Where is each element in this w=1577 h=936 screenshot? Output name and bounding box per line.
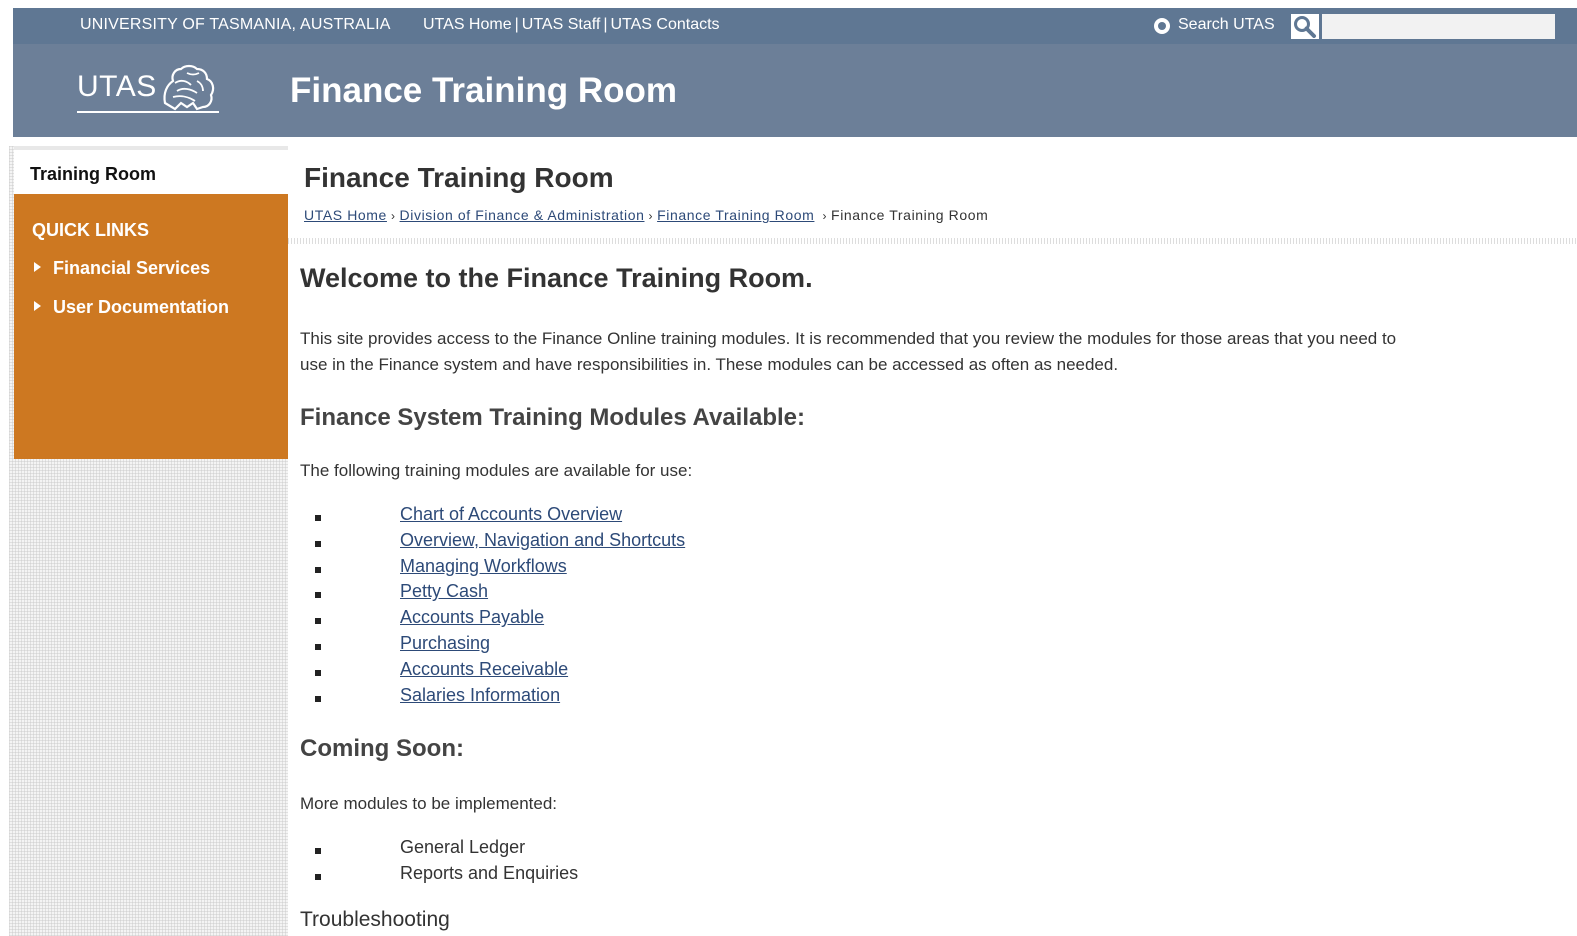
quick-link-user-documentation[interactable]: User Documentation xyxy=(34,297,229,318)
module-link[interactable]: Petty Cash xyxy=(400,581,488,602)
utas-staff-link[interactable]: UTAS Staff xyxy=(522,16,601,33)
intro-line: This site provides access to the Finance… xyxy=(300,329,1397,348)
breadcrumb-finance-training-room[interactable]: Finance Training Room xyxy=(657,207,814,223)
breadcrumb-separator: › xyxy=(648,209,654,223)
breadcrumb-current: Finance Training Room xyxy=(831,207,989,223)
module-link[interactable]: Accounts Receivable xyxy=(400,659,568,680)
breadcrumb-separator: › xyxy=(822,209,828,223)
utas-contacts-link[interactable]: UTAS Contacts xyxy=(610,16,719,33)
breadcrumb: UTAS Home › Division of Finance & Administ… xyxy=(304,207,988,223)
quick-links-title: QUICK LINKS xyxy=(32,220,149,240)
quick-link-label: User Documentation xyxy=(53,297,230,317)
search-utas-radio[interactable] xyxy=(1154,18,1170,34)
university-name: UNIVERSITY OF TASMANIA, AUSTRALIA xyxy=(80,16,391,33)
intro-line: use in the Finance system and have respo… xyxy=(300,355,1119,374)
troubleshooting-heading: Troubleshooting xyxy=(300,908,450,931)
breadcrumb-utas-home[interactable]: UTAS Home xyxy=(304,207,387,223)
page-title: Finance Training Room xyxy=(304,162,614,193)
search-label: Search UTAS xyxy=(1178,16,1275,33)
bullet xyxy=(315,695,321,702)
modules-intro: The following training modules are avail… xyxy=(300,461,693,480)
sidebar-section-header[interactable]: Training Room xyxy=(14,146,288,194)
sidebar-section-title: Training Room xyxy=(30,164,156,184)
link-separator: | xyxy=(514,16,519,33)
module-link[interactable]: Purchasing xyxy=(400,633,490,654)
module-link[interactable]: Salaries Information xyxy=(400,685,560,706)
module-link[interactable]: Overview, Navigation and Shortcuts xyxy=(400,530,685,551)
banner-divider xyxy=(13,137,1577,140)
triangle-right-icon xyxy=(34,262,41,272)
utility-bar: UNIVERSITY OF TASMANIA, AUSTRALIA UTAS H… xyxy=(13,8,1577,44)
coming-soon-intro: More modules to be implemented: xyxy=(300,794,558,813)
site-title: Finance Training Room xyxy=(290,71,677,110)
window-top-strip xyxy=(0,0,1577,8)
breadcrumb-division-finance[interactable]: Division of Finance & Administration xyxy=(400,207,645,223)
bullet xyxy=(315,618,321,625)
utas-home-link[interactable]: UTAS Home xyxy=(423,16,512,33)
site-banner: UTAS Finance Training Room xyxy=(13,44,1577,137)
quick-link-label: Financial Services xyxy=(53,258,211,278)
triangle-right-icon xyxy=(34,301,41,311)
bullet xyxy=(315,566,321,573)
intro-paragraph: This site provides access to the Finance… xyxy=(300,326,1577,378)
utility-links: UTAS Home | UTAS Staff | UTAS Contacts xyxy=(423,16,720,34)
coming-soon-item: Reports and Enquiries xyxy=(400,862,579,883)
quick-links-panel: QUICK LINKS Financial Services User Docu… xyxy=(14,194,288,459)
bullet xyxy=(315,540,321,547)
module-link[interactable]: Chart of Accounts Overview xyxy=(400,504,622,525)
lion-crest-icon xyxy=(163,64,215,111)
modules-heading: Finance System Training Modules Availabl… xyxy=(300,404,806,431)
coming-soon-heading: Coming Soon: xyxy=(300,735,464,762)
quick-link-financial-services[interactable]: Financial Services xyxy=(34,258,210,279)
bullet xyxy=(315,643,321,650)
logo-underline xyxy=(77,111,219,113)
breadcrumb-separator: › xyxy=(390,209,396,223)
link-separator: | xyxy=(603,16,608,33)
utas-logo[interactable]: UTAS xyxy=(77,60,227,116)
magnifier-icon[interactable] xyxy=(1291,14,1319,39)
module-link[interactable]: Managing Workflows xyxy=(400,556,567,577)
left-sidebar: Training Room QUICK LINKS Financial Serv… xyxy=(9,146,288,936)
bullet xyxy=(315,873,321,880)
bullet xyxy=(315,515,321,521)
logo-text: UTAS xyxy=(77,70,157,103)
coming-soon-item: General Ledger xyxy=(400,837,526,857)
bullet xyxy=(315,592,321,599)
bullet xyxy=(315,848,321,854)
search-input[interactable] xyxy=(1322,14,1555,39)
content-divider xyxy=(288,238,1577,244)
bullet xyxy=(315,669,321,676)
module-link[interactable]: Accounts Payable xyxy=(400,607,544,628)
welcome-heading: Welcome to the Finance Training Room. xyxy=(300,263,813,293)
